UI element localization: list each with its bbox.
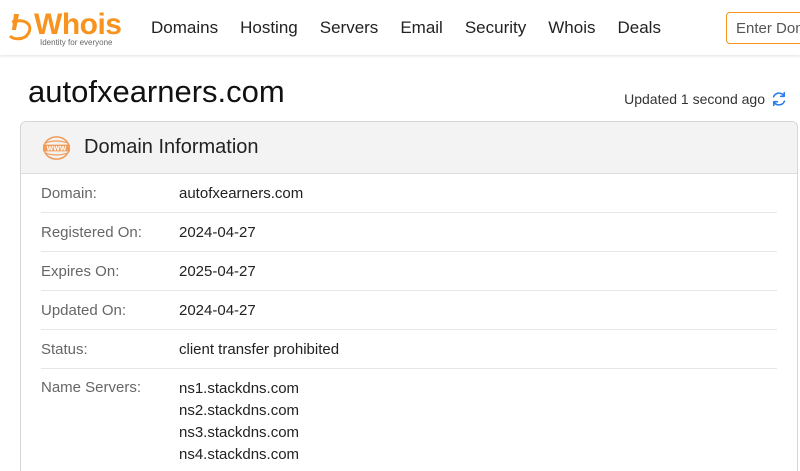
value-domain: autofxearners.com <box>179 185 304 202</box>
updated-status: Updated 1 second ago <box>624 90 788 108</box>
nav-deals[interactable]: Deals <box>617 18 660 38</box>
row-domain: Domain: autofxearners.com <box>41 174 777 213</box>
logo-mark-icon <box>8 14 32 41</box>
nav-domains[interactable]: Domains <box>151 18 218 38</box>
logo-tagline: Identity for everyone <box>40 38 113 47</box>
name-server-2: ns2.stackdns.com <box>179 402 300 419</box>
label-updated-on: Updated On: <box>41 302 127 319</box>
label-domain: Domain: <box>41 185 97 202</box>
domain-info-card: WWW Domain Information Domain: autofxear… <box>20 121 798 471</box>
main-nav: Domains Hosting Servers Email Security W… <box>140 0 672 55</box>
value-status: client transfer prohibited <box>179 341 340 358</box>
name-server-1: ns1.stackdns.com <box>179 380 300 397</box>
label-expires-on: Expires On: <box>41 263 120 280</box>
page-title: autofxearners.com <box>28 74 285 109</box>
label-status: Status: <box>41 341 88 358</box>
name-server-4: ns4.stackdns.com <box>179 446 300 463</box>
value-expires-on: 2025-04-27 <box>179 263 256 280</box>
row-status: Status: client transfer prohibited <box>41 330 777 369</box>
nav-email[interactable]: Email <box>400 18 443 38</box>
nav-servers[interactable]: Servers <box>320 18 379 38</box>
refresh-icon[interactable] <box>770 90 788 108</box>
card-header: WWW Domain Information <box>21 122 797 174</box>
logo-wordmark: Whois <box>34 8 122 41</box>
top-navbar: Whois Identity for everyone Domains Host… <box>0 0 800 55</box>
logo[interactable]: Whois Identity for everyone <box>6 8 128 48</box>
nav-security[interactable]: Security <box>465 18 526 38</box>
updated-text: Updated 1 second ago <box>624 91 765 107</box>
label-registered-on: Registered On: <box>41 224 142 241</box>
row-name-servers: Name Servers: ns1.stackdns.com ns2.stack… <box>41 369 777 471</box>
row-expires-on: Expires On: 2025-04-27 <box>41 252 777 291</box>
value-updated-on: 2024-04-27 <box>179 302 256 319</box>
card-title: Domain Information <box>84 136 259 158</box>
domain-search-input[interactable] <box>726 12 800 44</box>
svg-text:WWW: WWW <box>47 145 67 152</box>
nav-hosting[interactable]: Hosting <box>240 18 298 38</box>
www-globe-icon: WWW <box>42 135 71 160</box>
value-name-servers: ns1.stackdns.com ns2.stackdns.com ns3.st… <box>179 378 299 466</box>
name-server-3: ns3.stackdns.com <box>179 424 300 441</box>
info-rows: Domain: autofxearners.com Registered On:… <box>21 174 797 471</box>
row-registered-on: Registered On: 2024-04-27 <box>41 213 777 252</box>
nav-whois[interactable]: Whois <box>548 18 595 38</box>
value-registered-on: 2024-04-27 <box>179 224 256 241</box>
label-name-servers: Name Servers: <box>41 379 142 396</box>
row-updated-on: Updated On: 2024-04-27 <box>41 291 777 330</box>
